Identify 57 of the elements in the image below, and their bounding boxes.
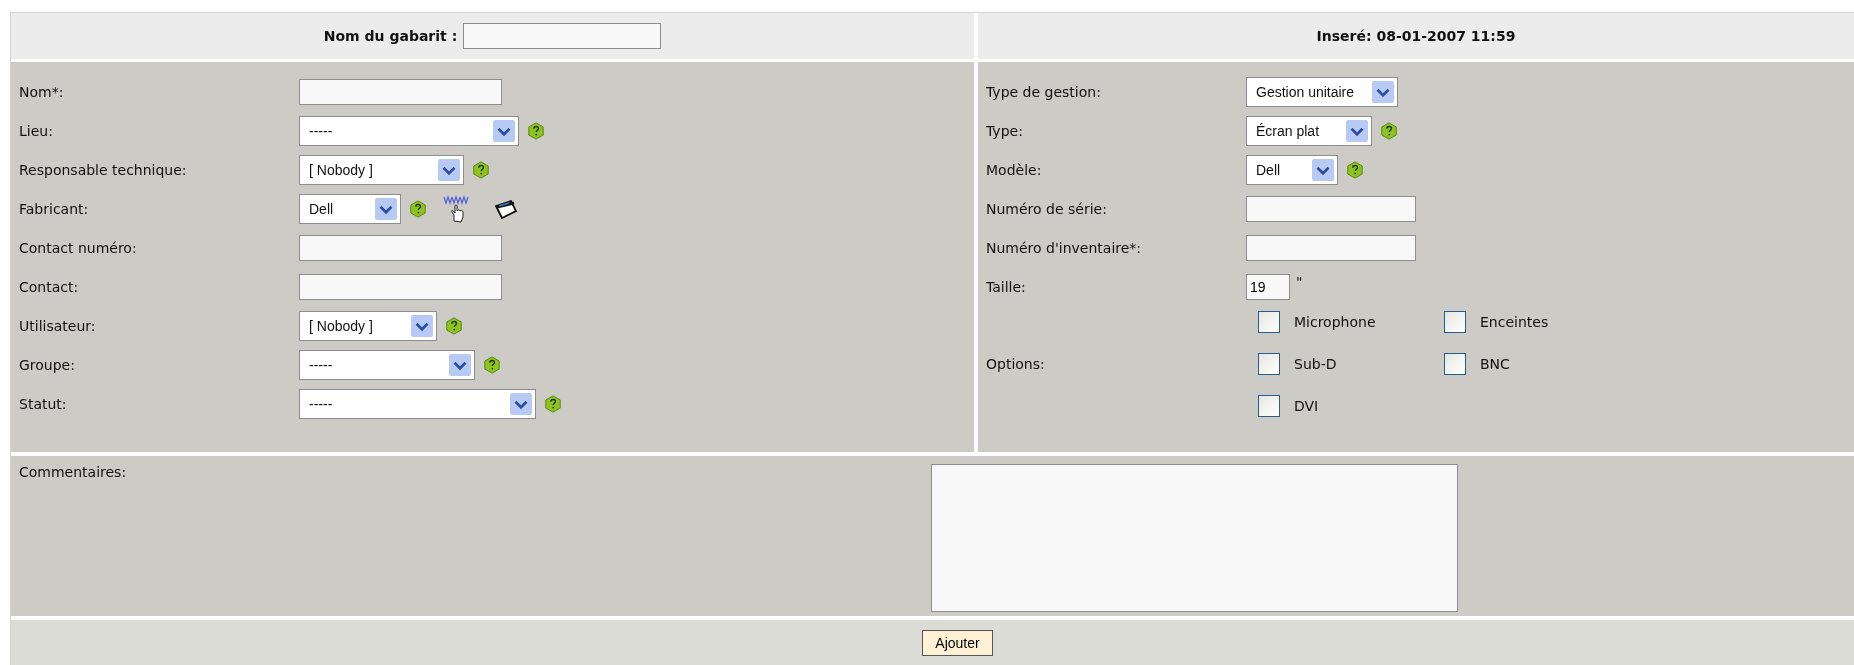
field-label: Modèle: — [986, 161, 1043, 178]
dropdown[interactable]: Gestion unitaire — [1246, 76, 1398, 107]
dropdown[interactable]: [ Nobody ] — [299, 310, 437, 341]
field-label: Contact: — [19, 278, 80, 295]
help-icon[interactable] — [544, 394, 562, 413]
text-field[interactable] — [299, 78, 502, 105]
dropdown[interactable]: Dell — [299, 193, 401, 224]
help-icon[interactable] — [483, 355, 501, 374]
field-label: Utilisateur: — [19, 317, 97, 334]
field-label: Groupe: — [19, 356, 76, 373]
field-label: Taille: — [986, 278, 1027, 295]
help-icon[interactable] — [409, 199, 427, 218]
help-icon[interactable] — [1346, 160, 1364, 179]
help-icon[interactable] — [472, 160, 490, 179]
template-name-field[interactable] — [463, 23, 662, 49]
template-name-label: Nom du gabarit : — [323, 28, 458, 44]
web-link-icon[interactable] — [443, 194, 469, 223]
dropdown[interactable]: Écran plat — [1246, 115, 1372, 146]
field-label: Numéro de série: — [986, 200, 1108, 217]
field-label: Nom*: — [19, 83, 65, 100]
inserted-date: Inseré: 08-01-2007 11:59 — [1316, 28, 1516, 44]
dropdown[interactable]: [ Nobody ] — [299, 154, 464, 185]
field-label: Contact numéro: — [19, 239, 138, 256]
checkbox-label: DVI — [1294, 398, 1319, 414]
field-label: Fabricant: — [19, 200, 90, 217]
dropdown[interactable]: Dell — [1246, 154, 1338, 185]
help-icon[interactable] — [527, 121, 545, 140]
dropdown[interactable]: ----- — [299, 115, 519, 146]
comments-label: Commentaires: — [19, 464, 128, 482]
size-field[interactable]: 19 — [1246, 273, 1290, 300]
field-label: Lieu: — [19, 122, 54, 139]
field-label: Type de gestion: — [986, 83, 1102, 100]
help-icon[interactable] — [1380, 121, 1398, 140]
field-label: Options: — [986, 356, 1046, 372]
checkbox[interactable] — [1444, 353, 1466, 375]
comments-field[interactable] — [931, 464, 1458, 612]
checkbox[interactable] — [1258, 395, 1280, 417]
text-field[interactable] — [1246, 234, 1416, 261]
checkbox[interactable] — [1258, 311, 1280, 333]
checkbox-label: Sub-D — [1294, 356, 1337, 372]
checkbox-label: Enceintes — [1480, 314, 1549, 330]
dropdown[interactable]: ----- — [299, 388, 536, 419]
checkbox-label: Microphone — [1294, 314, 1376, 330]
help-icon[interactable] — [445, 316, 463, 335]
checkbox[interactable] — [1258, 353, 1280, 375]
text-field[interactable] — [1246, 195, 1416, 222]
add-button[interactable]: Ajouter — [922, 629, 993, 656]
text-field[interactable] — [299, 273, 502, 300]
text-field[interactable] — [299, 234, 502, 261]
checkbox-label: BNC — [1480, 356, 1510, 372]
checkbox[interactable] — [1444, 311, 1466, 333]
dropdown[interactable]: ----- — [299, 349, 475, 380]
unit-label: " — [1296, 273, 1303, 290]
field-label: Type: — [986, 122, 1024, 139]
field-label: Responsable technique: — [19, 161, 188, 178]
field-label: Statut: — [19, 395, 68, 412]
field-label: Numéro d'inventaire*: — [986, 239, 1143, 256]
